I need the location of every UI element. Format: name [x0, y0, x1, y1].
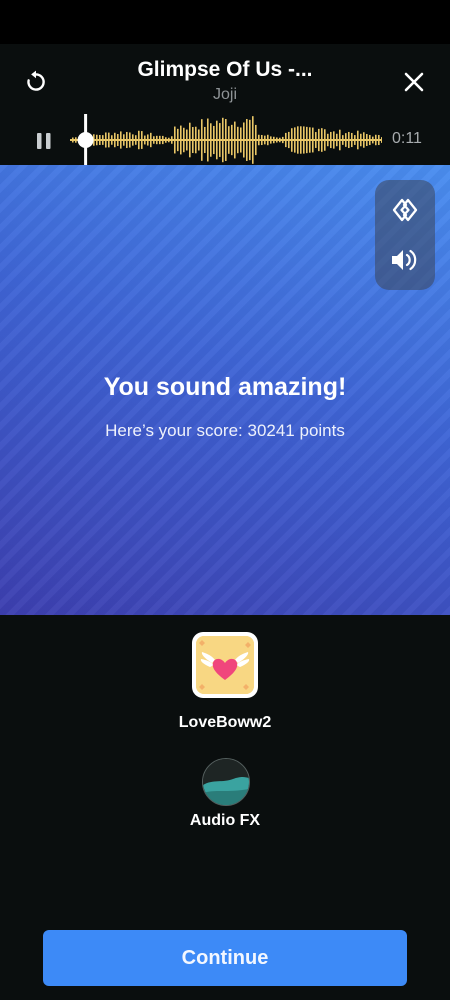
result-stage: You sound amazing! Here’s your score: 30… [0, 165, 450, 615]
replay-icon [27, 70, 45, 91]
audio-fx-label: Audio FX [189, 812, 261, 829]
elapsed-time: 0:11 [392, 130, 422, 147]
side-controls [375, 180, 435, 290]
audio-fx-icon [203, 759, 249, 805]
effect-preset-tile[interactable] [192, 632, 258, 698]
effect-preset-label: LoveBoww2 [178, 714, 272, 731]
playhead-knob[interactable] [77, 132, 94, 148]
close-icon [404, 72, 424, 92]
volume-icon [392, 249, 417, 271]
song-title: Glimpse Of Us -... [137, 58, 313, 81]
result-headline: You sound amazing! [103, 373, 347, 401]
winged-heart-icon [196, 636, 254, 694]
duet-icon [392, 198, 418, 222]
continue-button[interactable]: Continue [43, 930, 407, 986]
pause-button[interactable] [30, 127, 58, 155]
player-header: Glimpse Of Us -... Joji 0:11 [0, 44, 450, 166]
close-button[interactable] [396, 64, 432, 100]
volume-button[interactable] [387, 242, 423, 278]
artist-name: Joji [212, 86, 237, 103]
duet-button[interactable] [387, 192, 423, 228]
status-bar [0, 0, 450, 44]
lovebow-effect-art [196, 636, 254, 694]
pause-icon [37, 133, 51, 149]
replay-button[interactable] [18, 64, 54, 100]
score-text: Here’s your score: 30241 points [105, 421, 345, 440]
waveform-scrubber[interactable] [70, 114, 382, 166]
audio-fx-button[interactable] [202, 758, 250, 806]
